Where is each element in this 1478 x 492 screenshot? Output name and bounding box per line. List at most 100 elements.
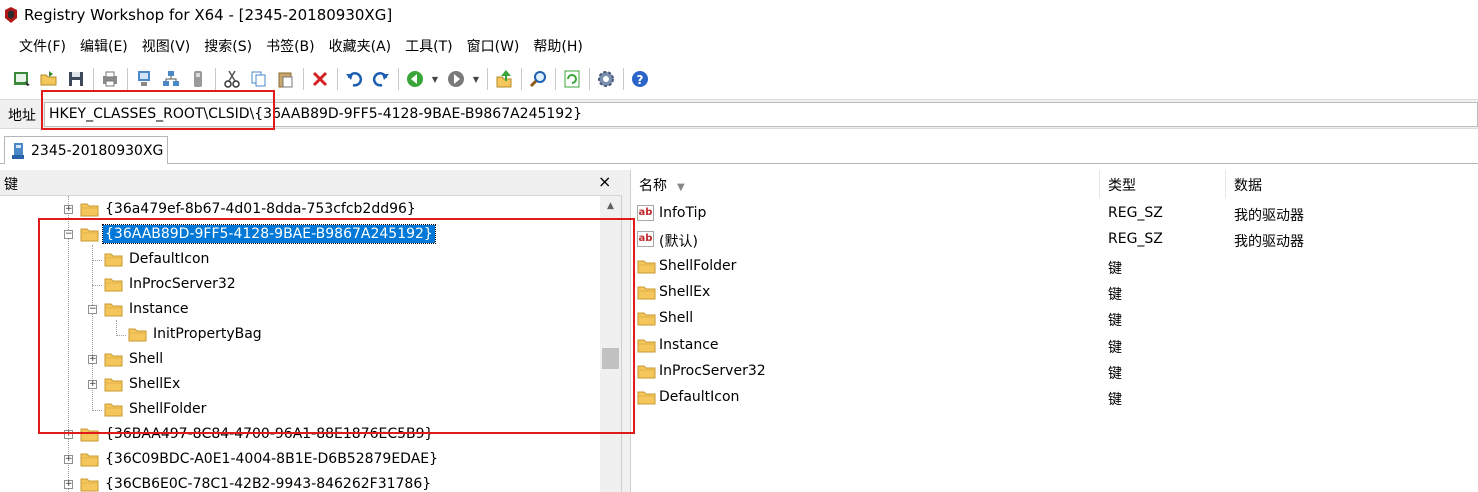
- back-dropdown-icon[interactable]: ▼: [430, 67, 440, 91]
- tree-item-label: DefaultIcon: [129, 251, 210, 267]
- value-type: 键: [1108, 260, 1122, 277]
- forward-dropdown-icon[interactable]: ▼: [471, 67, 481, 91]
- pane-splitter[interactable]: [622, 170, 630, 492]
- help-icon[interactable]: ?: [628, 67, 652, 91]
- folder-icon: [128, 326, 148, 342]
- value-row-default[interactable]: ab (默认) REG_SZ 我的驱动器: [631, 227, 1478, 253]
- menu-help[interactable]: 帮助(H): [526, 36, 589, 56]
- tree-item-defaulticon[interactable]: DefaultIcon: [0, 248, 600, 272]
- tree-scrollbar[interactable]: ▲: [600, 196, 621, 492]
- find-icon[interactable]: [526, 67, 550, 91]
- folder-icon: [637, 337, 656, 354]
- computer-icon[interactable]: [132, 67, 156, 91]
- folder-icon: [104, 301, 124, 317]
- menu-favorites[interactable]: 收藏夹(A): [322, 36, 399, 56]
- menu-tools[interactable]: 工具(T): [398, 36, 459, 56]
- menu-file[interactable]: 文件(F): [12, 36, 73, 56]
- network-icon[interactable]: [159, 67, 183, 91]
- undo-icon[interactable]: [342, 67, 366, 91]
- folder-icon: [637, 389, 656, 406]
- toolbar-separator: [303, 68, 304, 90]
- menu-edit[interactable]: 编辑(E): [73, 36, 135, 56]
- string-value-icon: ab: [637, 205, 654, 221]
- expand-icon[interactable]: +: [64, 430, 73, 439]
- tree-item-36baa497[interactable]: + {36BAA497-8C84-4700-96A1-88E1876EC5B9}: [0, 423, 600, 447]
- value-type: 键: [1108, 392, 1122, 409]
- tree-item-shellex[interactable]: + ShellEx: [0, 373, 600, 397]
- tree-item-36aab89d[interactable]: − {36AAB89D-9FF5-4128-9BAE-B9867A245192}: [0, 223, 600, 247]
- folder-icon: [80, 426, 100, 442]
- open-icon[interactable]: [37, 67, 61, 91]
- address-input[interactable]: HKEY_CLASSES_ROOT\CLSID\{36AAB89D-9FF5-4…: [44, 102, 1478, 127]
- up-icon[interactable]: [492, 67, 516, 91]
- collapse-icon[interactable]: −: [64, 230, 73, 239]
- forward-icon[interactable]: [444, 67, 468, 91]
- key-tree-pane: 键 × + {36a479ef-8b67-4d01-8dda-753cfcb2dd…: [0, 170, 622, 492]
- list-header: 名称 ▼ 类型 数据: [631, 170, 1478, 198]
- column-data[interactable]: 数据: [1226, 170, 1478, 198]
- device-icon[interactable]: [186, 67, 210, 91]
- menu-window[interactable]: 窗口(W): [460, 36, 527, 56]
- folder-icon: [637, 284, 656, 301]
- tree-item-shell[interactable]: + Shell: [0, 348, 600, 372]
- collapse-icon[interactable]: −: [88, 305, 97, 314]
- menu-search[interactable]: 搜索(S): [197, 36, 259, 56]
- column-name[interactable]: 名称 ▼: [631, 170, 1100, 198]
- tree-item-shellfolder[interactable]: ShellFolder: [0, 398, 600, 422]
- value-name: (默认): [659, 234, 698, 251]
- expand-icon[interactable]: +: [88, 355, 97, 364]
- tab-computer[interactable]: 2345-20180930XG: [4, 136, 168, 164]
- expand-icon[interactable]: +: [64, 455, 73, 464]
- tree-item-instance[interactable]: − Instance: [0, 298, 600, 322]
- redo-icon[interactable]: [369, 67, 393, 91]
- value-row-shellex[interactable]: ShellEx 键: [631, 280, 1478, 306]
- folder-icon: [104, 351, 124, 367]
- tab-label: 2345-20180930XG: [31, 142, 164, 159]
- tree-item-label: ShellEx: [129, 376, 181, 392]
- connect-icon[interactable]: [10, 67, 34, 91]
- refresh-icon[interactable]: [560, 67, 584, 91]
- tree-header-label: 键: [4, 177, 18, 193]
- save-icon[interactable]: [64, 67, 88, 91]
- value-type: 键: [1108, 339, 1122, 356]
- expand-icon[interactable]: +: [64, 480, 73, 489]
- folder-icon: [104, 276, 124, 292]
- paste-icon[interactable]: [274, 67, 298, 91]
- toolbar-separator: [487, 68, 488, 90]
- value-type: 键: [1108, 286, 1122, 303]
- value-row-instance[interactable]: Instance 键: [631, 333, 1478, 359]
- column-type[interactable]: 类型: [1100, 170, 1226, 198]
- toolbar-separator: [127, 68, 128, 90]
- expand-icon[interactable]: +: [64, 205, 73, 214]
- expand-icon[interactable]: +: [88, 380, 97, 389]
- value-row-shellfolder[interactable]: ShellFolder 键: [631, 254, 1478, 280]
- cut-icon[interactable]: [220, 67, 244, 91]
- tree-item-label: Instance: [129, 301, 189, 317]
- copy-icon[interactable]: [247, 67, 271, 91]
- menu-bookmarks[interactable]: 书签(B): [259, 36, 322, 56]
- value-name: ShellEx: [659, 283, 711, 300]
- tab-strip: 2345-20180930XG: [0, 135, 1478, 164]
- value-row-inprocserver32[interactable]: InProcServer32 键: [631, 359, 1478, 385]
- tree-item-36c09bdc[interactable]: + {36C09BDC-A0E1-4004-8B1E-D6B52879EDAE}: [0, 448, 600, 472]
- tree-item-36a479ef[interactable]: + {36a479ef-8b67-4d01-8dda-753cfcb2dd96}: [0, 198, 600, 222]
- close-icon[interactable]: ×: [598, 172, 611, 191]
- options-icon[interactable]: [594, 67, 618, 91]
- delete-icon[interactable]: [308, 67, 332, 91]
- menu-view[interactable]: 视图(V): [135, 36, 198, 56]
- tree-item-inprocserver32[interactable]: InProcServer32: [0, 273, 600, 297]
- value-row-defaulticon[interactable]: DefaultIcon 键: [631, 385, 1478, 411]
- tree-item-initpropertybag[interactable]: InitPropertyBag: [0, 323, 600, 347]
- toolbar-separator: [623, 68, 624, 90]
- window-title: Registry Workshop for X64 - [2345-201809…: [24, 6, 393, 24]
- tree-item-36cb6e0c[interactable]: + {36CB6E0C-78C1-42B2-9943-846262F31786}: [0, 473, 600, 492]
- scroll-thumb[interactable]: [602, 348, 619, 369]
- registry-computer-icon: [12, 142, 24, 159]
- value-row-shell[interactable]: Shell 键: [631, 306, 1478, 332]
- toolbar-separator: [215, 68, 216, 90]
- value-name: Shell: [659, 310, 694, 327]
- back-icon[interactable]: [403, 67, 427, 91]
- print-icon[interactable]: [98, 67, 122, 91]
- scroll-up-icon[interactable]: ▲: [600, 196, 621, 216]
- value-row-infotip[interactable]: ab InfoTip REG_SZ 我的驱动器: [631, 201, 1478, 227]
